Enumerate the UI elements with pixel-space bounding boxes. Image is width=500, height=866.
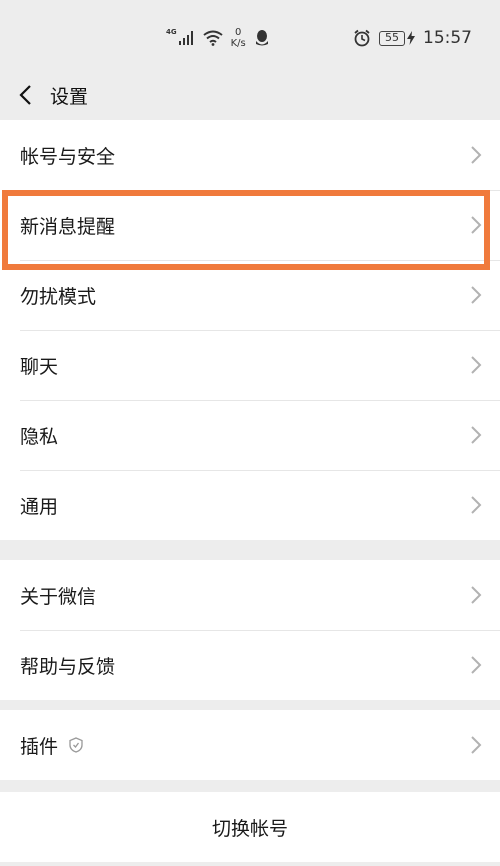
back-chevron-icon xyxy=(19,85,31,105)
chevron-right-icon xyxy=(471,656,482,674)
settings-group-plugins: 插件 xyxy=(0,710,500,780)
battery-icon: 55 xyxy=(379,30,405,46)
status-bar: 4G 0 K/s 55 15:57 xyxy=(0,0,500,72)
chevron-right-icon xyxy=(471,586,482,604)
settings-item-privacy[interactable]: 隐私 xyxy=(0,400,500,470)
qq-icon xyxy=(255,30,268,46)
charging-icon xyxy=(407,31,415,45)
network-speed: 0 K/s xyxy=(231,27,246,49)
settings-item-help-feedback[interactable]: 帮助与反馈 xyxy=(0,630,500,700)
chevron-right-icon xyxy=(471,286,482,304)
settings-item-new-message-alerts[interactable]: 新消息提醒 xyxy=(0,190,500,260)
settings-item-label: 插件 xyxy=(20,735,59,758)
settings-item-label: 关于微信 xyxy=(20,585,97,608)
chevron-right-icon xyxy=(471,426,482,444)
speed-unit: K/s xyxy=(230,38,246,49)
settings-item-about-wechat[interactable]: 关于微信 xyxy=(0,560,500,630)
settings-item-chat[interactable]: 聊天 xyxy=(0,330,500,400)
chevron-right-icon xyxy=(471,736,482,754)
chevron-right-icon xyxy=(471,216,482,234)
clock-time: 15:57 xyxy=(423,28,472,48)
settings-item-account-security[interactable]: 帐号与安全 xyxy=(0,120,500,190)
settings-item-plugins[interactable]: 插件 xyxy=(0,710,500,780)
settings-item-general[interactable]: 通用 xyxy=(0,470,500,540)
chevron-right-icon xyxy=(471,146,482,164)
speed-value: 0 xyxy=(235,27,242,38)
nav-header: 设置 xyxy=(0,72,500,118)
switch-account-group: 切换帐号 xyxy=(0,792,500,862)
chevron-right-icon xyxy=(471,496,482,514)
settings-item-label: 通用 xyxy=(20,495,59,518)
back-button[interactable] xyxy=(0,72,50,118)
wifi-icon xyxy=(203,30,223,46)
switch-account-label: 切换帐号 xyxy=(211,817,288,840)
switch-account-button[interactable]: 切换帐号 xyxy=(0,792,500,862)
signal-icon xyxy=(178,31,193,45)
settings-item-label: 帐号与安全 xyxy=(20,145,116,168)
settings-group-about: 关于微信 帮助与反馈 xyxy=(0,560,500,700)
chevron-right-icon xyxy=(471,356,482,374)
shield-icon xyxy=(69,737,83,753)
page-title: 设置 xyxy=(50,85,89,108)
status-icons-center: 4G 0 K/s xyxy=(166,24,270,52)
alarm-icon xyxy=(354,29,370,47)
settings-item-do-not-disturb[interactable]: 勿扰模式 xyxy=(0,260,500,330)
settings-item-label: 勿扰模式 xyxy=(20,285,97,308)
settings-item-label: 聊天 xyxy=(20,355,59,378)
settings-group-main: 帐号与安全 新消息提醒 勿扰模式 聊天 隐私 通用 xyxy=(0,120,500,540)
network-type-label: 4G xyxy=(166,28,177,36)
settings-item-label: 新消息提醒 xyxy=(20,215,116,238)
status-icons-right: 55 15:57 xyxy=(353,24,472,52)
settings-item-label: 隐私 xyxy=(20,425,59,448)
settings-item-label: 帮助与反馈 xyxy=(20,655,116,678)
